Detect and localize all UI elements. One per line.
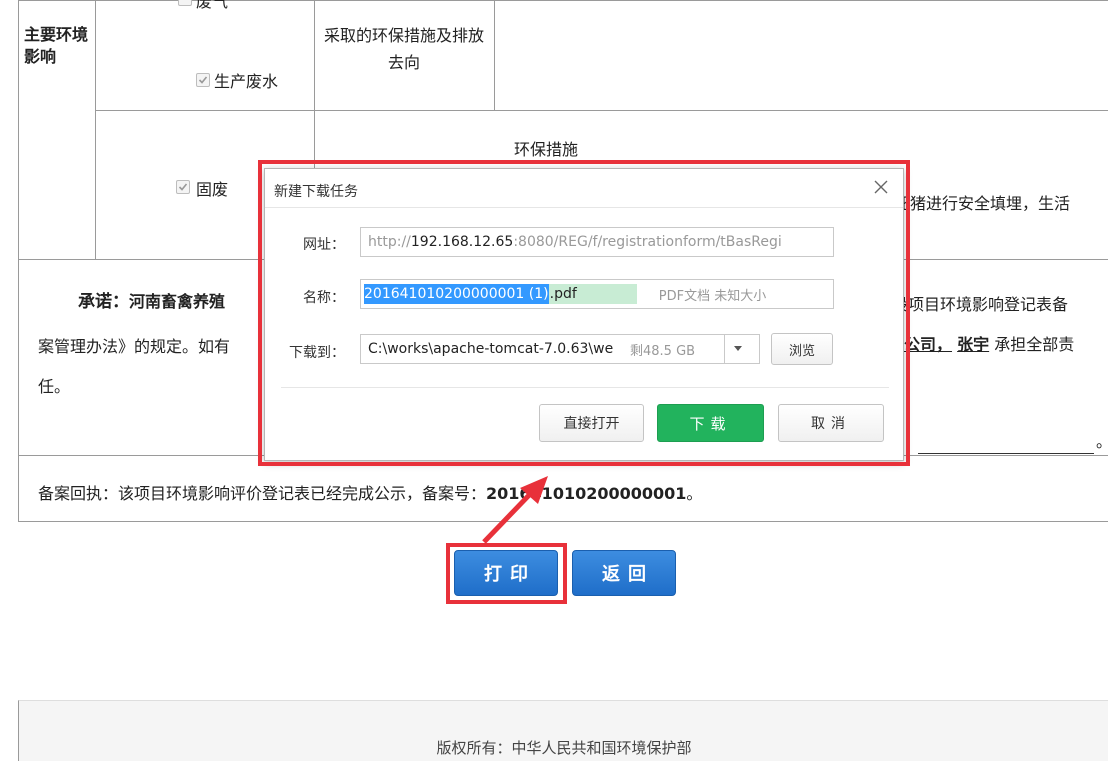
solid-waste-label: 固废 [196, 180, 229, 199]
promise-responsibility: 承担全部责 [994, 335, 1075, 354]
print-highlight-box [446, 543, 567, 604]
receipt-prefix: 备案回执：该项目环境影响评价登记表已经完成公示，备案号： [38, 484, 487, 503]
promise-line2-left: 案管理办法》的规定。如有 [38, 337, 231, 356]
signature-line [918, 453, 1094, 454]
promise-line3: 任。 [38, 377, 71, 396]
company-name: 公司， [904, 335, 953, 354]
receipt-text: 备案回执：该项目环境影响评价登记表已经完成公示，备案号：201641010200… [38, 480, 702, 504]
dialog-highlight-box [258, 160, 910, 466]
promise-line1: 承诺：河南畜禽养殖 [78, 287, 225, 312]
air-label: 废气 [196, 0, 229, 11]
copyright-text: 版权所有：中华人民共和国环境保护部 [436, 739, 692, 757]
promise-line2-right: 公司， 张宇 承担全部责 [904, 331, 1074, 355]
wastewater-label: 生产废水 [214, 72, 279, 91]
row-label: 主要环境影响 [24, 25, 89, 66]
check-icon [178, 183, 188, 191]
solid-waste-checkbox[interactable] [176, 180, 190, 194]
promise-company: 河南畜禽养殖 [129, 292, 226, 311]
person-name: 张宇 [957, 335, 990, 354]
measures-label: 环保措施 [514, 140, 579, 159]
arrow-icon [482, 476, 548, 544]
promise-line1-right: 设项目环境影响登记表备 [892, 295, 1069, 314]
check-icon [198, 76, 208, 84]
measures-text: 死猪进行安全填埋，生活 [894, 194, 1071, 213]
promise-label: 承诺： [78, 292, 129, 312]
signature-period: 。 [1096, 428, 1108, 452]
back-button[interactable]: 返回 [572, 550, 676, 596]
receipt-suffix: 。 [686, 484, 703, 503]
measures-header: 采取的环保措施及排放去向 [323, 26, 484, 72]
wastewater-checkbox[interactable] [196, 73, 210, 87]
air-checkbox[interactable] [178, 0, 192, 6]
